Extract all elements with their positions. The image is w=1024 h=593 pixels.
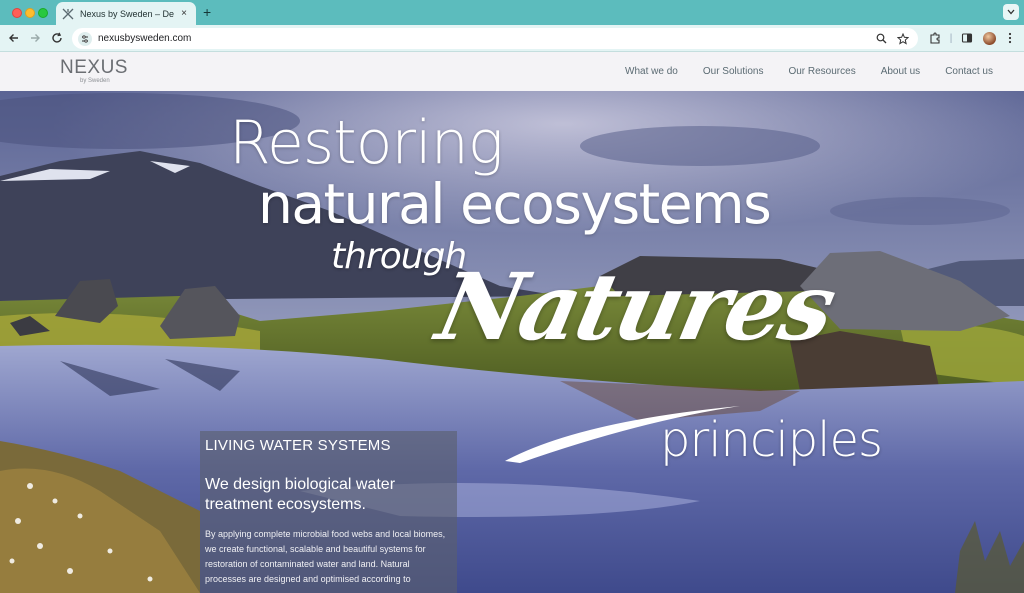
back-button[interactable] <box>7 31 21 45</box>
logo-tagline: by Sweden <box>80 78 110 84</box>
site-info-icon[interactable] <box>78 31 92 46</box>
reload-icon <box>52 32 62 43</box>
url-text: nexusbysweden.com <box>98 33 192 44</box>
hero-title-line-3: through <box>331 236 467 277</box>
nav-about-us[interactable]: About us <box>881 66 920 77</box>
browser-tab-strip: Nexus by Sweden – Decentra × + <box>0 0 1024 25</box>
nav-our-resources[interactable]: Our Resources <box>788 66 855 77</box>
new-tab-button[interactable]: + <box>203 4 211 20</box>
minimize-window-button[interactable] <box>25 8 35 18</box>
nav-contact-us[interactable]: Contact us <box>945 66 993 77</box>
avatar <box>982 31 996 45</box>
profile-button[interactable] <box>982 31 996 45</box>
side-panel-icon <box>961 33 973 43</box>
panel-heading: We design biological water treatment eco… <box>205 476 396 513</box>
zoom-window-button[interactable] <box>38 8 48 18</box>
puzzle-icon <box>930 32 940 44</box>
side-panel-button[interactable] <box>960 31 974 45</box>
hero-title-line-5: principles <box>660 412 883 468</box>
extensions-button[interactable] <box>928 31 942 45</box>
bookmark-star-icon[interactable] <box>896 32 910 46</box>
hero-title-line-4: Natures <box>428 253 843 361</box>
hero-title-line-1: Restoring <box>229 108 504 178</box>
arrow-right-icon <box>31 34 40 42</box>
tab-title: Nexus by Sweden – Decentra <box>80 8 174 19</box>
more-vertical-icon <box>1008 32 1012 44</box>
browser-tab[interactable]: Nexus by Sweden – Decentra × <box>56 2 196 25</box>
panel-body: By applying complete microbial food webs… <box>205 529 446 584</box>
close-window-button[interactable] <box>12 8 22 18</box>
tab-close-icon[interactable]: × <box>178 8 190 19</box>
nav-what-we-do[interactable]: What we do <box>625 66 678 77</box>
nav-our-solutions[interactable]: Our Solutions <box>703 66 764 77</box>
hero-title-line-2: natural ecosystems <box>258 172 772 236</box>
site-header: NEXUS by Sweden What we do Our Solutions… <box>0 52 1024 91</box>
zoom-icon[interactable] <box>874 32 888 46</box>
logo-wordmark: NEXUS <box>60 57 128 78</box>
forward-button[interactable] <box>28 31 42 45</box>
site-logo[interactable]: NEXUS by Sweden <box>60 58 135 85</box>
reload-button[interactable] <box>50 31 64 45</box>
address-bar[interactable]: nexusbysweden.com <box>72 28 918 49</box>
hero-section: Restoring natural ecosystems through Nat… <box>0 91 1024 593</box>
arrow-left-icon <box>9 34 18 42</box>
toolbar-divider: | <box>949 32 953 44</box>
chevron-down-icon <box>1007 9 1015 15</box>
panel-kicker: LIVING WATER SYSTEMS <box>205 437 391 454</box>
tab-search-button[interactable] <box>1003 4 1019 20</box>
browser-menu-button[interactable] <box>1004 31 1016 45</box>
main-nav: What we do Our Solutions Our Resources A… <box>600 52 993 91</box>
living-water-systems-panel: LIVING WATER SYSTEMS We design biologica… <box>200 431 457 593</box>
browser-toolbar: nexusbysweden.com | <box>0 25 1024 52</box>
nexus-favicon-icon <box>62 8 74 20</box>
